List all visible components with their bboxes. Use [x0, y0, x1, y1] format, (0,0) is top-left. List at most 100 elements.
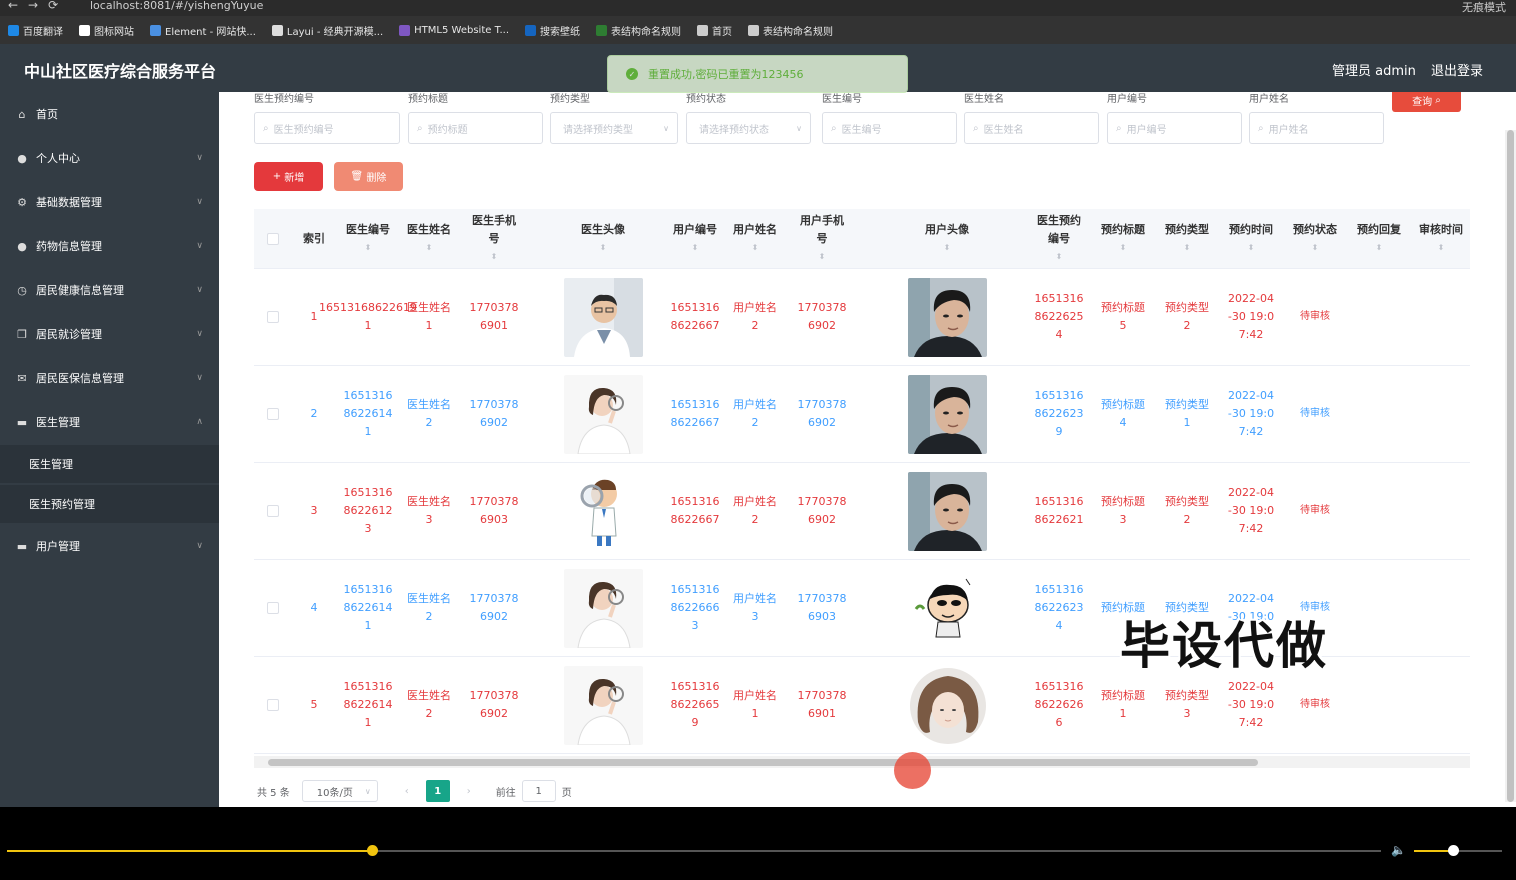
sort-icon[interactable]: ⬍	[1312, 239, 1319, 257]
sidebar-item[interactable]: ✉ 居民医保信息管理 ∨	[0, 358, 219, 398]
sort-icon[interactable]: ⬍	[491, 248, 498, 266]
bookmark-item[interactable]: 图标网站	[79, 23, 134, 38]
bookmark-item[interactable]: Element - 网站快...	[150, 23, 256, 38]
volume-slider[interactable]	[1414, 845, 1502, 856]
sort-icon[interactable]: ⬍	[1120, 239, 1127, 257]
column-header[interactable]: 医生编号 ⬍	[336, 209, 400, 269]
sort-icon[interactable]: ⬍	[944, 239, 951, 257]
bookmark-item[interactable]: HTML5 Website T...	[399, 24, 509, 36]
filter-input[interactable]: ⌕ 医生预约编号	[254, 112, 400, 144]
avatar	[907, 568, 987, 648]
bookmark-item[interactable]: 百度翻译	[8, 23, 63, 38]
avatar	[907, 471, 987, 551]
column-header[interactable]: 用户姓名 ⬍	[726, 209, 784, 269]
filter-input[interactable]: ⌕ 用户编号	[1107, 112, 1242, 144]
search-button[interactable]: 查询 ⌕	[1392, 92, 1461, 112]
filter-select[interactable]: 请选择预约状态 ∨	[686, 112, 811, 144]
column-header[interactable]: 医生姓名 ⬍	[400, 209, 458, 269]
clock-icon: ◷	[17, 283, 27, 297]
sort-icon[interactable]: ⬍	[819, 248, 826, 266]
sidebar-item[interactable]: ● 药物信息管理 ∨	[0, 226, 219, 266]
volume-knob[interactable]	[1448, 845, 1459, 856]
seek-knob[interactable]	[367, 845, 378, 856]
select-all-checkbox[interactable]	[267, 233, 279, 245]
row-checkbox[interactable]	[267, 505, 279, 517]
bookmark-item[interactable]: 首页	[697, 23, 732, 38]
column-header[interactable]: 预约回复 ⬍	[1348, 209, 1410, 269]
sort-icon[interactable]: ⬍	[1438, 239, 1445, 257]
filter-label: 医生姓名	[964, 94, 1004, 105]
sidebar-item[interactable]: ❐ 居民就诊管理 ∨	[0, 314, 219, 354]
search-icon: ⌕	[263, 122, 269, 134]
column-header[interactable]: 索引	[292, 209, 336, 269]
speaker-icon[interactable]: 🔈	[1391, 843, 1406, 857]
sort-icon[interactable]: ⬍	[600, 239, 607, 257]
sidebar-item[interactable]: ● 个人中心 ∨	[0, 138, 219, 178]
row-checkbox[interactable]	[267, 408, 279, 420]
sidebar-item[interactable]: ◷ 居民健康信息管理 ∨	[0, 270, 219, 310]
chevron-left-icon: ‹	[404, 785, 409, 797]
sort-icon[interactable]: ⬍	[692, 239, 699, 257]
add-button[interactable]: + 新增	[254, 162, 323, 191]
sidebar-item[interactable]: ⚙ 基础数据管理 ∨	[0, 182, 219, 222]
sort-icon[interactable]: ⬍	[1056, 248, 1063, 266]
column-header[interactable]: 预约标题 ⬍	[1094, 209, 1152, 269]
next-page-button[interactable]: ›	[458, 780, 480, 802]
doctor-avatar	[540, 657, 666, 753]
delete-button[interactable]: 🗑 删除	[334, 162, 403, 191]
sort-icon[interactable]: ⬍	[426, 239, 433, 257]
row-checkbox[interactable]	[267, 602, 279, 614]
column-header[interactable]: 用户手机号 ⬍	[790, 209, 854, 269]
vertical-scrollbar[interactable]	[1505, 130, 1516, 802]
sidebar-item[interactable]: ⌂ 首页	[0, 94, 219, 134]
filter-select[interactable]: 请选择预约类型 ∨	[550, 112, 678, 144]
filter-input[interactable]: ⌕ 医生编号	[822, 112, 957, 144]
sort-icon[interactable]: ⬍	[1248, 239, 1255, 257]
table-header: 索引 医生编号 ⬍ 医生姓名 ⬍ 医生手机号 ⬍ 医生头像 ⬍ 用户编号 ⬍ 用户姓名 ⬍ 用户手机号 ⬍ 用…	[254, 209, 1470, 269]
column-header[interactable]: 医生头像 ⬍	[540, 209, 666, 269]
logout-link[interactable]: 退出登录	[1431, 60, 1483, 79]
table-row[interactable]: 2 1651316 8622614 1 医生姓名 2 1770378 6902 1651…	[254, 366, 1470, 463]
column-header[interactable]: 用户头像 ⬍	[854, 209, 1040, 269]
bookmark-item[interactable]: 表结构命名规则	[596, 23, 681, 38]
column-header[interactable]: 审核时间 ⬍	[1412, 209, 1470, 269]
bookmark-item[interactable]: 搜索壁纸	[525, 23, 580, 38]
column-header[interactable]: 预约状态 ⬍	[1284, 209, 1346, 269]
seek-bar[interactable]	[7, 845, 1381, 856]
cell-doc-no: 1651316 8622614 1	[343, 583, 393, 632]
current-page[interactable]: 1	[425, 780, 450, 802]
column-header[interactable]: 用户编号 ⬍	[666, 209, 724, 269]
sidebar-subitem[interactable]: 医生管理	[0, 445, 219, 483]
sort-icon[interactable]: ⬍	[752, 239, 759, 257]
page-size-select[interactable]: 10条/页 ∨	[301, 780, 378, 802]
table-row[interactable]: 3 1651316 8622612 3 医生姓名 3 1770378 6903 1651…	[254, 463, 1470, 560]
address-bar[interactable]: localhost:8081/#/yishengYuyue	[90, 0, 263, 12]
bookmark-item[interactable]: Layui - 经典开源模...	[271, 23, 383, 38]
sort-icon[interactable]: ⬍	[365, 239, 372, 257]
sort-icon[interactable]: ⬍	[1184, 239, 1191, 257]
cell-user-no: 1651316 8622667	[670, 398, 720, 429]
bookmark-item[interactable]: 表结构命名规则	[748, 23, 833, 38]
row-checkbox[interactable]	[267, 311, 279, 323]
scrollbar-thumb[interactable]	[268, 759, 1258, 766]
row-checkbox-cell	[254, 366, 292, 462]
column-header[interactable]: 医生手机号 ⬍	[458, 209, 530, 269]
horizontal-scrollbar[interactable]	[254, 756, 1470, 768]
column-header[interactable]: 医生预约编号 ⬍	[1030, 209, 1088, 269]
cell-doc-name: 医生姓名 2	[407, 592, 451, 623]
column-header[interactable]: 预约时间 ⬍	[1220, 209, 1282, 269]
filter-input[interactable]: ⌕ 用户姓名	[1249, 112, 1384, 144]
row-checkbox[interactable]	[267, 699, 279, 711]
sidebar-item[interactable]: ▬ 用户管理 ∨	[0, 526, 219, 566]
sidebar-subitem[interactable]: 医生预约管理	[0, 485, 219, 523]
sort-icon[interactable]: ⬍	[1376, 239, 1383, 257]
filter-input[interactable]: ⌕ 医生姓名	[964, 112, 1099, 144]
prev-page-button[interactable]: ‹	[396, 780, 418, 802]
sidebar-item[interactable]: ▬ 医生管理 ∧	[0, 402, 219, 442]
column-header[interactable]: 预约类型 ⬍	[1158, 209, 1216, 269]
vertical-scrollbar-thumb[interactable]	[1507, 130, 1514, 802]
browser-nav-icons[interactable]: ←→⟳	[8, 0, 68, 12]
filter-input[interactable]: ⌕ 预约标题	[408, 112, 543, 144]
goto-page-input[interactable]: 1	[521, 780, 556, 802]
table-row[interactable]: 1 16513168622619 1 医生姓名 1 1770378 6901 16513…	[254, 269, 1470, 366]
